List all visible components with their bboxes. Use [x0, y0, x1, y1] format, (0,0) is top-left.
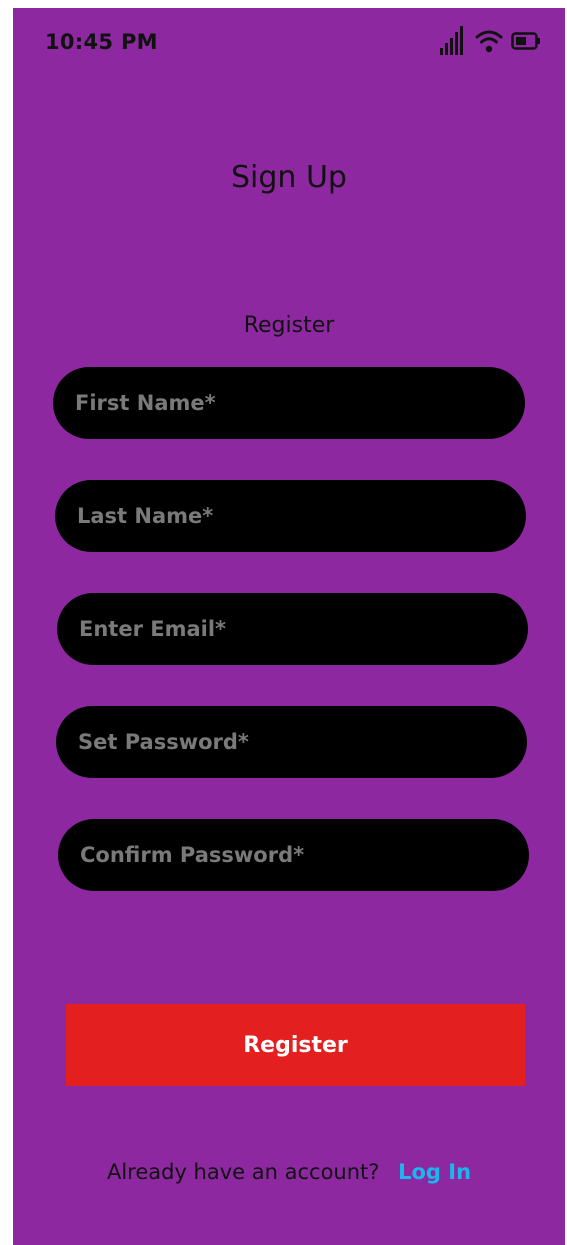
battery-icon: [511, 32, 540, 50]
signal-icon: [440, 26, 463, 55]
login-link[interactable]: Log In: [398, 1160, 471, 1184]
set-password-input[interactable]: [56, 706, 527, 778]
first-name-input[interactable]: [53, 367, 525, 439]
login-prompt: Already have an account? Log In: [13, 1160, 565, 1184]
signup-screen: 10:45 PM Sign Up Register Register Alrea…: [13, 8, 565, 1245]
wifi-icon: [475, 30, 503, 53]
page-title: Sign Up: [231, 160, 347, 195]
last-name-input[interactable]: [55, 480, 526, 552]
login-prompt-text: Already have an account?: [106, 1160, 380, 1184]
email-input[interactable]: [57, 593, 528, 665]
status-icons: [439, 26, 541, 56]
form-subtitle: Register: [243, 313, 335, 338]
confirm-password-input[interactable]: [58, 819, 529, 891]
register-button[interactable]: Register: [66, 1004, 525, 1086]
status-time: 10:45 PM: [45, 30, 158, 54]
